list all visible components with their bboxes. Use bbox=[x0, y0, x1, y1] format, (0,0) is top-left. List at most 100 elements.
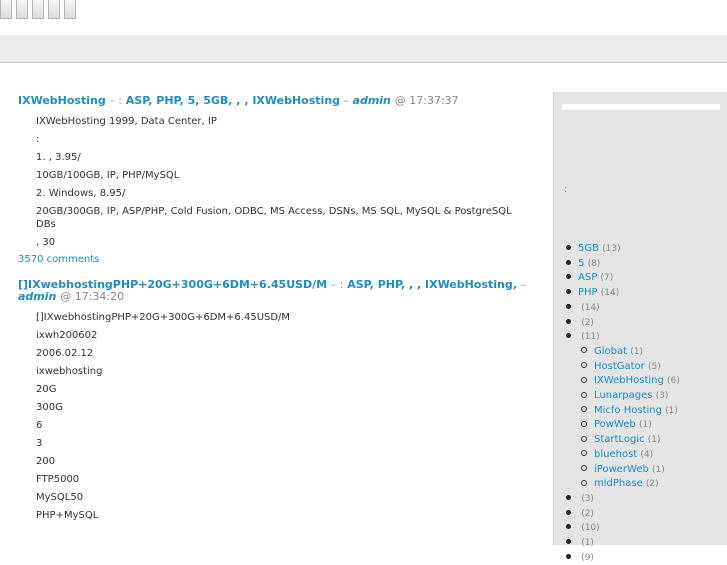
post-line: 6 bbox=[36, 420, 43, 431]
sidebar-subcategory-item: bluehost (4) bbox=[564, 448, 680, 463]
top-nav bbox=[0, 0, 76, 22]
category-link[interactable]: midPhase bbox=[594, 478, 643, 489]
bullet-icon bbox=[581, 450, 587, 457]
post: IXWebHosting – : ASP, PHP, 5, 5GB, , , I… bbox=[18, 95, 528, 266]
sidebar-subcategory-item: Micfo Hosting (1) bbox=[564, 404, 680, 419]
post-author[interactable]: admin bbox=[18, 290, 56, 303]
category-count: (14) bbox=[600, 288, 620, 299]
category-count: (11) bbox=[581, 332, 600, 343]
bullet-icon bbox=[566, 553, 571, 559]
sidebar-category-item: (11) bbox=[564, 330, 680, 345]
category-link[interactable]: 5 bbox=[578, 258, 584, 269]
category-link[interactable]: Globat bbox=[594, 346, 627, 357]
post-line: 300G bbox=[36, 402, 63, 413]
category-link[interactable]: Micfo Hosting bbox=[594, 405, 662, 416]
nav-tab-5[interactable] bbox=[64, 0, 76, 19]
category-count: (2) bbox=[581, 317, 594, 328]
bullet-icon bbox=[581, 391, 587, 398]
post-title: []IXwebhostingPHP+20G+300G+6DM+6.45USD/M… bbox=[18, 279, 528, 303]
bullet-icon bbox=[581, 406, 587, 413]
post-author[interactable]: admin bbox=[353, 94, 391, 107]
post-line: IXWebHosting 1999, Data Center, IP bbox=[36, 116, 217, 127]
header-band bbox=[0, 35, 727, 63]
category-count: (2) bbox=[645, 479, 659, 490]
nav-tab-4[interactable] bbox=[48, 0, 60, 19]
category-list: 5GB (13) 5 (8) ASP (7) PHP (14) (14) (2) (1… bbox=[564, 242, 680, 565]
bullet-icon bbox=[566, 333, 571, 339]
sidebar-category-item: (14) bbox=[564, 301, 680, 316]
category-link[interactable]: PHP bbox=[578, 287, 598, 298]
comments-link[interactable]: 3570 comments bbox=[18, 254, 528, 265]
post-line: : bbox=[36, 134, 40, 145]
category-link[interactable]: 5GB bbox=[578, 243, 599, 254]
sidebar-category-item: 5 (8) bbox=[564, 257, 680, 272]
post-categories[interactable]: ASP, PHP, 5, 5GB, , , IXWebHosting bbox=[126, 94, 340, 107]
sidebar-subcategory-item: iPowerWeb (1) bbox=[564, 463, 680, 478]
category-count: (1) bbox=[647, 435, 661, 446]
bullet-icon bbox=[581, 420, 587, 427]
bullet-icon bbox=[581, 347, 587, 354]
category-link[interactable]: Lunarpages bbox=[594, 390, 653, 401]
main-content: IXWebHosting – : ASP, PHP, 5, 5GB, , , I… bbox=[18, 95, 528, 527]
post: []IXwebhostingPHP+20G+300G+6DM+6.45USD/M… bbox=[18, 279, 528, 522]
sidebar-subcategory-item: IXWebHosting (6) bbox=[564, 374, 680, 389]
category-link[interactable]: StartLogic bbox=[594, 434, 645, 445]
bullet-icon bbox=[566, 494, 571, 500]
category-count: (5) bbox=[647, 361, 661, 372]
nav-tab-2[interactable] bbox=[16, 0, 28, 19]
category-count: (4) bbox=[640, 449, 654, 460]
post-line: ixwh200602 bbox=[36, 330, 98, 341]
sidebar: : 5GB (13) 5 (8) ASP (7) PHP (14) (14) (2) … bbox=[553, 92, 727, 563]
post-line: FTP5000 bbox=[36, 474, 80, 485]
post-line: 2006.02.12 bbox=[36, 348, 94, 359]
category-link[interactable]: PowWeb bbox=[594, 419, 636, 430]
sidebar-subcategory-item: PowWeb (1) bbox=[564, 418, 680, 433]
bullet-icon bbox=[581, 479, 587, 486]
post-separator: – bbox=[520, 278, 527, 291]
post-categories[interactable]: ASP, PHP, , , IXWebHosting, bbox=[347, 278, 521, 291]
bullet-icon bbox=[581, 465, 587, 472]
post-title-link[interactable]: IXWebHosting bbox=[18, 94, 106, 107]
bullet-icon bbox=[581, 376, 587, 383]
category-count: (7) bbox=[600, 273, 614, 284]
category-label: : bbox=[339, 278, 344, 291]
category-link[interactable]: HostGator bbox=[594, 361, 645, 372]
category-count: (3) bbox=[581, 493, 594, 504]
nav-tab-1[interactable] bbox=[0, 0, 12, 19]
sidebar-heading: : bbox=[564, 184, 568, 195]
post-body: IXWebHosting 1999, Data Center, IP : 1. … bbox=[36, 115, 528, 249]
category-label: : bbox=[118, 94, 122, 107]
sidebar-subcategory-item: midPhase (2) bbox=[564, 477, 680, 492]
category-count: (1) bbox=[630, 346, 643, 357]
sidebar-category-item: PHP (14) bbox=[564, 286, 680, 301]
sidebar-category-item: ASP (7) bbox=[564, 271, 680, 286]
bullet-icon bbox=[566, 289, 571, 295]
sidebar-category-item: 5GB (13) bbox=[564, 242, 680, 257]
post-separator: – bbox=[340, 94, 353, 107]
bullet-icon bbox=[566, 259, 571, 265]
category-link[interactable]: bluehost bbox=[594, 449, 637, 460]
category-count: (13) bbox=[602, 244, 621, 254]
sidebar-category-item: (2) bbox=[564, 507, 680, 522]
post-line: 200 bbox=[36, 456, 56, 467]
post-time: @ 17:37:37 bbox=[394, 94, 459, 107]
post-line: MySQL50 bbox=[36, 492, 84, 503]
category-count: (10) bbox=[581, 523, 600, 534]
post-line: PHP+MySQL bbox=[36, 510, 99, 521]
category-link[interactable]: ASP bbox=[578, 272, 597, 283]
post-line: 10GB/100GB, IP, PHP/MySQL bbox=[36, 170, 180, 181]
category-count: (6) bbox=[667, 376, 680, 387]
category-link[interactable]: IXWebHosting bbox=[594, 375, 664, 386]
category-count: (2) bbox=[581, 508, 594, 519]
category-count: (1) bbox=[638, 420, 652, 431]
category-count: (1) bbox=[652, 464, 665, 475]
category-count: (1) bbox=[665, 405, 678, 416]
post-line: , 30 bbox=[36, 237, 56, 248]
post-title: IXWebHosting – : ASP, PHP, 5, 5GB, , , I… bbox=[18, 95, 528, 107]
category-link[interactable]: iPowerWeb bbox=[594, 464, 649, 475]
post-line: 20GB/300GB, IP, ASP/PHP, Cold Fusion, OD… bbox=[36, 206, 512, 230]
nav-tab-3[interactable] bbox=[32, 0, 44, 19]
sidebar-category-item: (9) bbox=[564, 551, 680, 565]
sidebar-subcategory-item: Globat (1) bbox=[564, 345, 680, 360]
bullet-icon bbox=[566, 509, 571, 515]
